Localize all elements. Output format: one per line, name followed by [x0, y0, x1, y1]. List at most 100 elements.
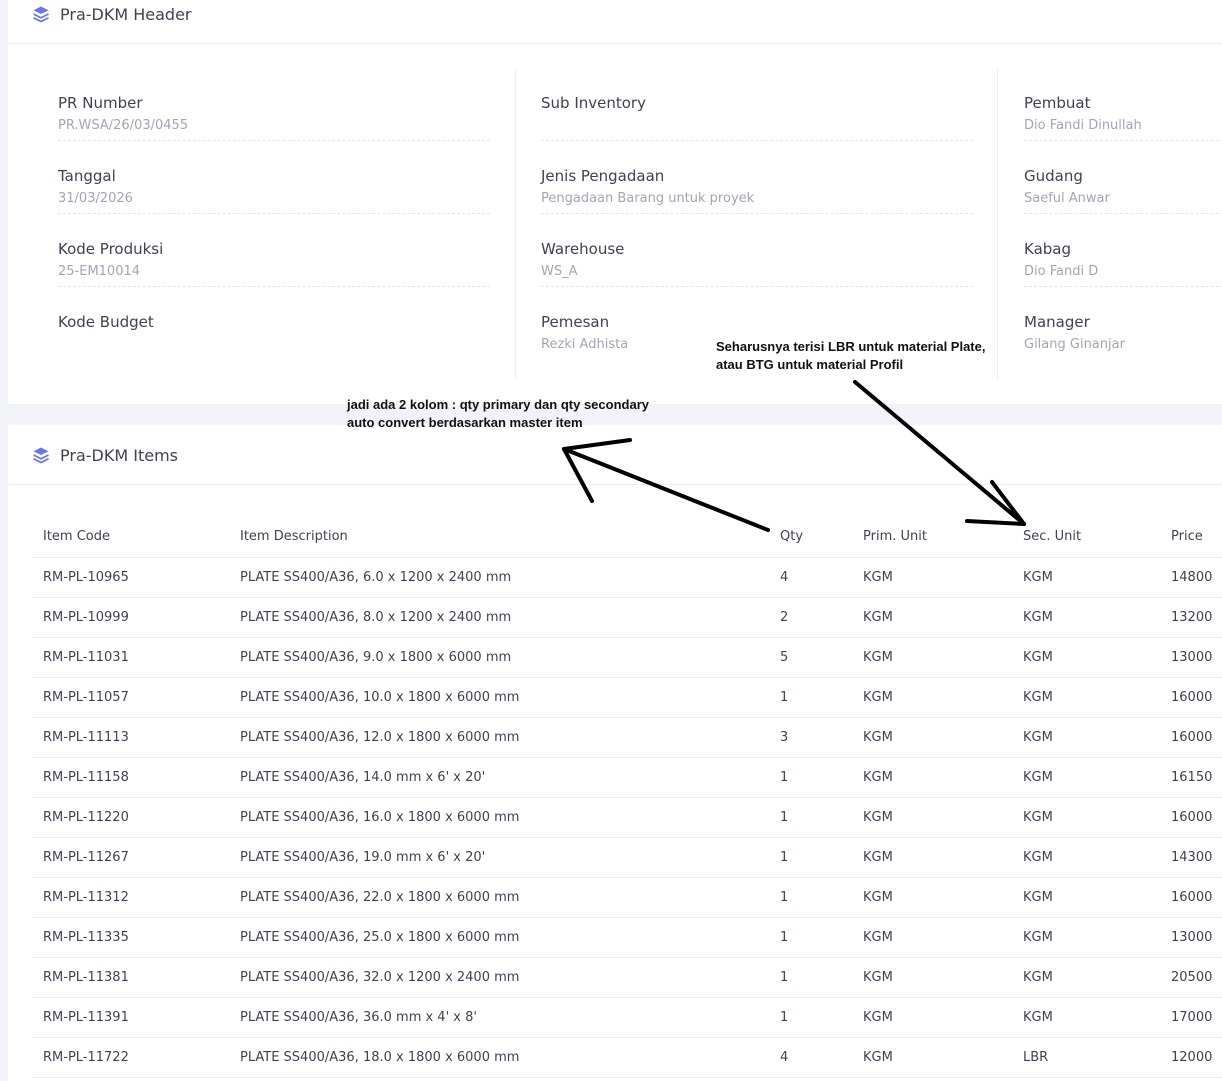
field-label: Pembuat	[1024, 94, 1091, 112]
table-row[interactable]: RM-PL-11391 PLATE SS400/A36, 36.0 mm x 4'…	[32, 997, 1222, 1038]
cell-item-code: RM-PL-11722	[32, 1037, 229, 1078]
cell-item-description: PLATE SS400/A36, 16.0 x 1800 x 6000 mm	[229, 797, 769, 838]
cell-price: 13000	[1160, 917, 1222, 958]
cell-price: 16150	[1160, 757, 1222, 798]
field-warehouse: Warehouse WS_A	[541, 214, 973, 287]
cell-price: 16000	[1160, 797, 1222, 838]
cell-prim-unit: KGM	[852, 997, 1012, 1038]
table-row[interactable]: RM-PL-11267 PLATE SS400/A36, 19.0 mm x 6'…	[32, 837, 1222, 878]
cell-qty: 2	[769, 597, 852, 638]
cell-prim-unit: KGM	[852, 677, 1012, 718]
cell-price: 16000	[1160, 877, 1222, 918]
field-tanggal: Tanggal 31/03/2026	[58, 141, 490, 214]
cell-item-code: RM-PL-11113	[32, 717, 229, 758]
cell-item-code: RM-PL-11335	[32, 917, 229, 958]
cell-qty: 5	[769, 637, 852, 678]
cell-sec-unit: KGM	[1012, 717, 1160, 758]
cell-qty: 1	[769, 677, 852, 718]
field-label: Kode Budget	[58, 313, 154, 331]
table-row[interactable]: RM-PL-11031 PLATE SS400/A36, 9.0 x 1800 x…	[32, 637, 1222, 678]
cell-sec-unit: KGM	[1012, 757, 1160, 798]
cell-price: 14800	[1160, 557, 1222, 598]
table-row[interactable]: RM-PL-11381 PLATE SS400/A36, 32.0 x 1200 …	[32, 957, 1222, 998]
cell-sec-unit: KGM	[1012, 597, 1160, 638]
table-row[interactable]: RM-PL-11335 PLATE SS400/A36, 25.0 x 1800 …	[32, 917, 1222, 958]
cell-price: 16000	[1160, 717, 1222, 758]
table-row[interactable]: RM-PL-11057 PLATE SS400/A36, 10.0 x 1800 …	[32, 677, 1222, 718]
field-manager: Manager Gilang Ginanjar	[1024, 287, 1222, 360]
cell-qty: 1	[769, 837, 852, 878]
table-row[interactable]: RM-PL-11158 PLATE SS400/A36, 14.0 mm x 6'…	[32, 757, 1222, 798]
cell-sec-unit: KGM	[1012, 917, 1160, 958]
cell-sec-unit: KGM	[1012, 837, 1160, 878]
field-label: Kode Produksi	[58, 240, 164, 258]
cell-qty: 3	[769, 717, 852, 758]
field-value: 25-EM10014	[58, 264, 141, 279]
cell-qty: 1	[769, 797, 852, 838]
field-label: Kabag	[1024, 240, 1071, 258]
items-card-title: Pra-DKM Items	[32, 443, 178, 467]
column-header-item-description[interactable]: Item Description	[229, 516, 769, 558]
column-header-qty[interactable]: Qty	[769, 516, 852, 558]
table-row[interactable]: RM-PL-11220 PLATE SS400/A36, 16.0 x 1800 …	[32, 797, 1222, 838]
items-card: Pra-DKM Items Item Code Item Description…	[8, 425, 1222, 1081]
cell-prim-unit: KGM	[852, 837, 1012, 878]
column-header-prim-unit[interactable]: Prim. Unit	[852, 516, 1012, 558]
field-value: Dio Fandi D	[1024, 264, 1099, 279]
cell-prim-unit: KGM	[852, 1037, 1012, 1078]
cell-price: 13200	[1160, 597, 1222, 638]
cell-price: 12000	[1160, 1037, 1222, 1078]
header-card: Pra-DKM Header PR Number PR.WSA/26/03/045…	[8, 0, 1222, 404]
cell-sec-unit: KGM	[1012, 797, 1160, 838]
annotation-line: atau BTG untuk material Profil	[716, 357, 904, 372]
cell-item-description: PLATE SS400/A36, 10.0 x 1800 x 6000 mm	[229, 677, 769, 718]
table-row[interactable]: RM-PL-11312 PLATE SS400/A36, 22.0 x 1800 …	[32, 877, 1222, 918]
cell-item-code: RM-PL-10965	[32, 557, 229, 598]
field-value: 31/03/2026	[58, 191, 133, 206]
cell-prim-unit: KGM	[852, 877, 1012, 918]
column-header-price[interactable]: Price	[1160, 516, 1222, 558]
cell-item-code: RM-PL-10999	[32, 597, 229, 638]
items-card-title-text: Pra-DKM Items	[60, 445, 178, 465]
field-pr-number: PR Number PR.WSA/26/03/0455	[58, 68, 490, 141]
cell-item-code: RM-PL-11391	[32, 997, 229, 1038]
sec-unit-annotation: Seharusnya terisi LBR untuk material Pla…	[716, 338, 996, 374]
table-row[interactable]: RM-PL-10965 PLATE SS400/A36, 6.0 x 1200 x…	[32, 557, 1222, 598]
cell-sec-unit: KGM	[1012, 877, 1160, 918]
annotation-line: auto convert berdasarkan master item	[347, 415, 583, 430]
field-kode-budget: Kode Budget	[58, 287, 490, 360]
cell-qty: 1	[769, 757, 852, 798]
column-header-sec-unit[interactable]: Sec. Unit	[1012, 516, 1160, 558]
cell-prim-unit: KGM	[852, 917, 1012, 958]
field-label: Jenis Pengadaan	[541, 167, 665, 185]
field-value: Gilang Ginanjar	[1024, 337, 1125, 352]
table-row[interactable]: RM-PL-11113 PLATE SS400/A36, 12.0 x 1800 …	[32, 717, 1222, 758]
field-label: Pemesan	[541, 313, 610, 331]
cell-qty: 1	[769, 877, 852, 918]
cell-sec-unit: KGM	[1012, 677, 1160, 718]
column-divider	[997, 68, 998, 380]
header-card-title-text: Pra-DKM Header	[60, 4, 192, 24]
field-value: Dio Fandi Dinullah	[1024, 118, 1142, 133]
cell-prim-unit: KGM	[852, 957, 1012, 998]
table-row[interactable]: RM-PL-11722 PLATE SS400/A36, 18.0 x 1800 …	[32, 1037, 1222, 1078]
cell-price: 16000	[1160, 677, 1222, 718]
field-gudang: Gudang Saeful Anwar	[1024, 141, 1222, 214]
cell-item-code: RM-PL-11158	[32, 757, 229, 798]
field-sub-inventory: Sub Inventory	[541, 68, 973, 141]
cell-qty: 1	[769, 957, 852, 998]
table-row[interactable]: RM-PL-10999 PLATE SS400/A36, 8.0 x 1200 x…	[32, 597, 1222, 638]
cell-item-description: PLATE SS400/A36, 32.0 x 1200 x 2400 mm	[229, 957, 769, 998]
header-column-2: Sub Inventory Jenis Pengadaan Pengadaan Ba…	[541, 68, 973, 360]
cell-item-code: RM-PL-11381	[32, 957, 229, 998]
cell-item-description: PLATE SS400/A36, 36.0 mm x 4' x 8'	[229, 997, 769, 1038]
cell-item-description: PLATE SS400/A36, 6.0 x 1200 x 2400 mm	[229, 557, 769, 598]
cell-price: 14300	[1160, 837, 1222, 878]
cell-prim-unit: KGM	[852, 717, 1012, 758]
cell-qty: 4	[769, 557, 852, 598]
column-header-item-code[interactable]: Item Code	[32, 516, 229, 558]
cell-item-code: RM-PL-11220	[32, 797, 229, 838]
layers-icon	[33, 6, 49, 23]
cell-prim-unit: KGM	[852, 557, 1012, 598]
field-label: Gudang	[1024, 167, 1083, 185]
